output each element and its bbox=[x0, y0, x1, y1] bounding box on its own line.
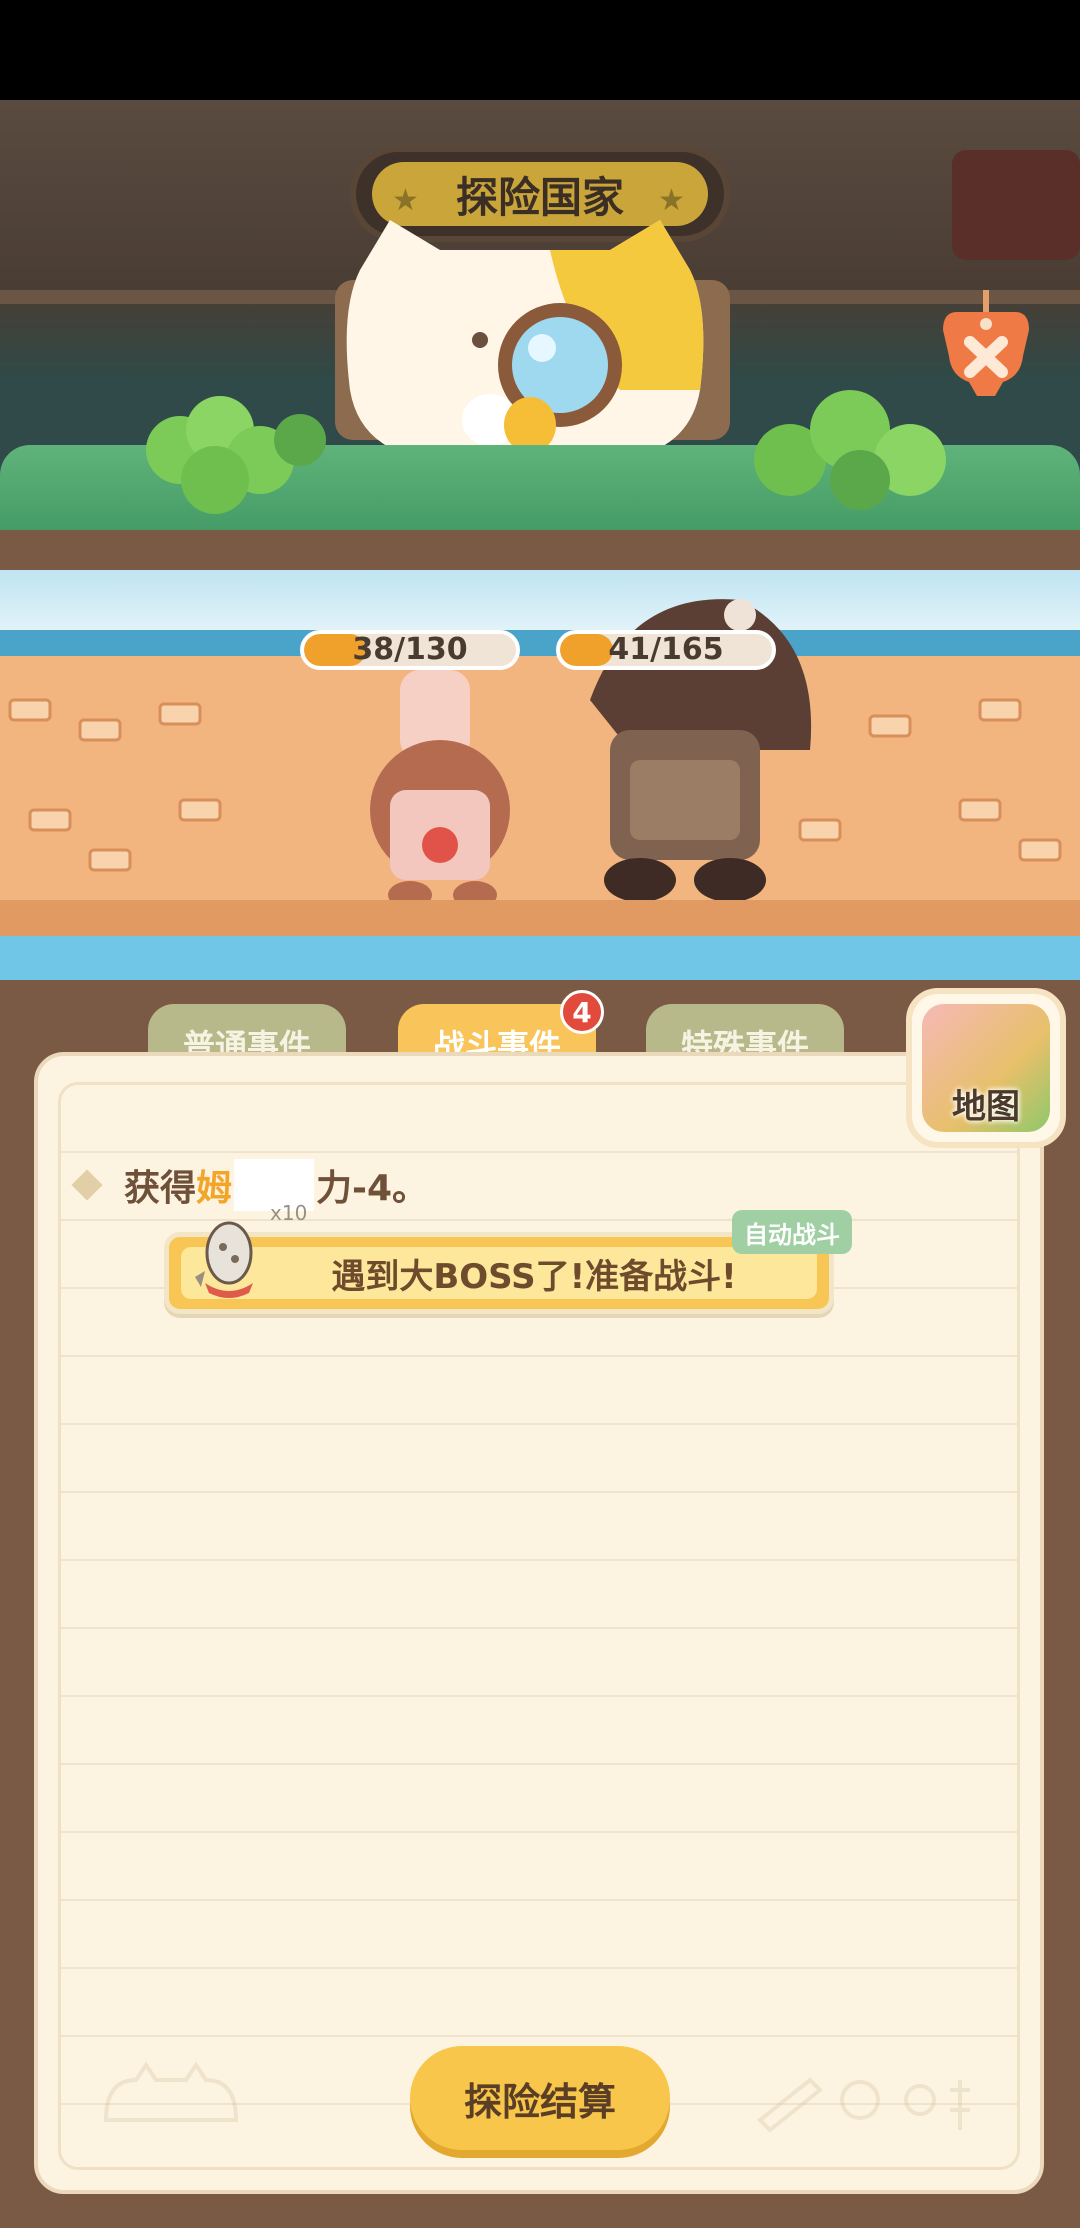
auto-battle-tag[interactable]: 自动战斗 bbox=[732, 1210, 852, 1254]
settle-exploration-button[interactable]: 探险结算 bbox=[410, 2046, 670, 2150]
player-hp-bar: 38/130 bbox=[300, 630, 520, 670]
boss-banner-inner: 遇到大BOSS了!准备战斗! bbox=[181, 1247, 817, 1299]
status-bar bbox=[0, 0, 1080, 100]
clover-plant-icon bbox=[146, 396, 326, 514]
food-doodle-icon bbox=[757, 2077, 970, 2133]
dirt-strip bbox=[0, 530, 1080, 570]
close-sign-board bbox=[952, 150, 1080, 260]
boss-message: 遇到大BOSS了!准备战斗! bbox=[331, 1256, 737, 1297]
shore bbox=[0, 900, 1080, 940]
item-reward-icon: x10 bbox=[234, 1159, 315, 1225]
sea bbox=[0, 630, 1080, 656]
enemy-hp-bar: 41/165 bbox=[556, 630, 776, 670]
star-icon: ★ bbox=[658, 183, 685, 218]
log-entry-name: 姆 bbox=[196, 1168, 233, 1209]
clover-plant-icon bbox=[754, 390, 946, 510]
player-cat-character bbox=[370, 670, 510, 909]
battle-scene: 38/130 41/165 bbox=[0, 570, 1080, 980]
map-button-label: 地图 bbox=[952, 1087, 1020, 1127]
battle-events-badge: 4 bbox=[560, 990, 604, 1034]
event-panel: 普通事件 战斗事件 4 特殊事件 地图 获得 姆 x10 力-4。 遇到大BOS… bbox=[0, 980, 1080, 2228]
log-entry-suffix: 力-4。 bbox=[316, 1168, 429, 1209]
boss-egg-icon bbox=[195, 1221, 253, 1298]
item-count: x10 bbox=[270, 1201, 308, 1225]
event-log-notebook bbox=[34, 1052, 1044, 2194]
mascot-cat-with-magnifier bbox=[335, 220, 730, 460]
river-water bbox=[0, 936, 1080, 980]
log-entry: 获得 姆 x10 力-4。 bbox=[71, 1159, 429, 1225]
map-button[interactable]: 地图 bbox=[906, 988, 1066, 1148]
star-icon: ★ bbox=[392, 183, 419, 218]
page-title: 探险国家 bbox=[455, 172, 624, 222]
bullet-diamond-icon bbox=[71, 1169, 103, 1201]
log-entry-prefix: 获得 bbox=[124, 1168, 197, 1209]
exploration-scene: ★ 探险国家 ★ bbox=[0, 100, 1080, 570]
cat-doodle-icon bbox=[103, 2061, 239, 2122]
player-hp-text: 38/130 bbox=[352, 632, 468, 667]
enemy-hp-text: 41/165 bbox=[608, 632, 724, 667]
title-inner: ★ 探险国家 ★ bbox=[372, 162, 708, 226]
brick-path bbox=[8, 694, 1062, 872]
